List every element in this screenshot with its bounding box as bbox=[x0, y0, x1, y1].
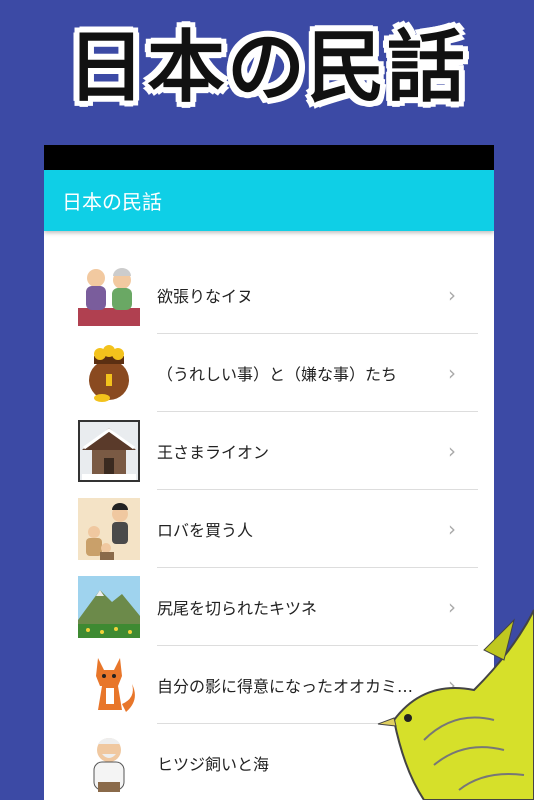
chevron-right-icon: › bbox=[448, 517, 456, 541]
status-bar bbox=[44, 145, 494, 170]
chevron-right-icon: › bbox=[448, 283, 456, 307]
bird-illustration bbox=[377, 609, 534, 800]
list-item[interactable]: 王さまライオン › bbox=[44, 412, 494, 490]
story-title: 王さまライオン bbox=[157, 443, 270, 462]
app-bar: 日本の民話 bbox=[44, 170, 494, 231]
snowy-house-icon bbox=[78, 420, 140, 482]
list-item[interactable]: （うれしい事）と（嫌な事）たち › bbox=[44, 334, 494, 412]
app-bar-title: 日本の民話 bbox=[62, 190, 162, 214]
mountain-icon bbox=[78, 576, 140, 638]
list-item[interactable]: ロバを買う人 › bbox=[44, 490, 494, 568]
chevron-right-icon: › bbox=[448, 361, 456, 385]
gold-jar-icon bbox=[78, 342, 140, 404]
chevron-right-icon: › bbox=[448, 439, 456, 463]
list-item[interactable]: 欲張りなイヌ › bbox=[44, 256, 494, 334]
elderly-couple-icon bbox=[78, 264, 140, 326]
fox-icon bbox=[78, 654, 140, 716]
old-man-icon bbox=[78, 732, 140, 794]
market-people-icon bbox=[78, 498, 140, 560]
story-title: 欲張りなイヌ bbox=[157, 287, 254, 306]
story-title: ロバを買う人 bbox=[157, 521, 254, 540]
banner-title: 日本の民話 bbox=[66, 23, 467, 113]
story-title: （うれしい事）と（嫌な事）たち bbox=[157, 365, 398, 384]
